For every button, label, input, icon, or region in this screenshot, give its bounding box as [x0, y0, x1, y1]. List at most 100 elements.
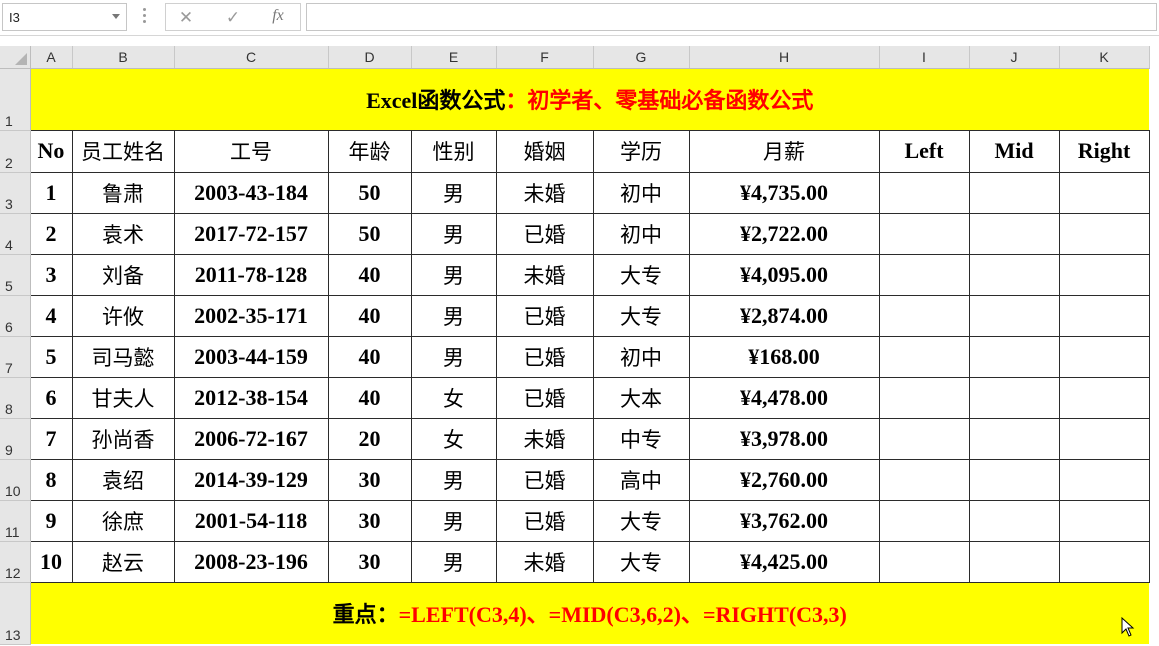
left-cell[interactable] [878, 294, 970, 337]
name-cell[interactable]: 赵云 [71, 540, 175, 583]
column-header[interactable]: K [1059, 46, 1150, 69]
header-cell[interactable]: 年龄 [327, 129, 412, 173]
row-header[interactable]: 1 [0, 68, 31, 131]
header-cell[interactable]: 月薪 [688, 129, 880, 173]
age-cell[interactable]: 30 [327, 540, 412, 583]
salary-cell[interactable]: ¥3,978.00 [688, 417, 880, 460]
row-header[interactable]: 3 [0, 172, 31, 214]
right-cell[interactable] [1058, 253, 1150, 296]
column-header[interactable]: E [411, 46, 497, 69]
cancel-icon[interactable]: ✕ [174, 8, 198, 28]
mid-cell[interactable] [968, 376, 1060, 419]
column-header[interactable]: I [879, 46, 970, 69]
marital-cell[interactable]: 未婚 [495, 417, 594, 460]
marital-cell[interactable]: 已婚 [495, 335, 594, 378]
row-header[interactable]: 4 [0, 213, 31, 255]
salary-cell[interactable]: ¥4,735.00 [688, 171, 880, 214]
right-cell[interactable] [1058, 212, 1150, 255]
mid-cell[interactable] [968, 458, 1060, 501]
age-cell[interactable]: 40 [327, 253, 412, 296]
id-cell[interactable]: 2012-38-154 [173, 376, 329, 419]
education-cell[interactable]: 高中 [592, 458, 690, 501]
mid-cell[interactable] [968, 294, 1060, 337]
education-cell[interactable]: 中专 [592, 417, 690, 460]
education-cell[interactable]: 大本 [592, 376, 690, 419]
left-cell[interactable] [878, 376, 970, 419]
column-header[interactable]: A [30, 46, 73, 69]
row-header[interactable]: 8 [0, 377, 31, 419]
no-cell[interactable]: 1 [29, 171, 73, 214]
name-cell[interactable]: 孙尚香 [71, 417, 175, 460]
marital-cell[interactable]: 未婚 [495, 540, 594, 583]
mid-cell[interactable] [968, 171, 1060, 214]
right-cell[interactable] [1058, 417, 1150, 460]
header-cell[interactable]: 学历 [592, 129, 690, 173]
header-cell[interactable]: 工号 [173, 129, 329, 173]
row-header[interactable]: 13 [0, 582, 31, 645]
salary-cell[interactable]: ¥2,874.00 [688, 294, 880, 337]
right-cell[interactable] [1058, 376, 1150, 419]
column-header[interactable]: B [72, 46, 175, 69]
id-cell[interactable]: 2008-23-196 [173, 540, 329, 583]
education-cell[interactable]: 初中 [592, 335, 690, 378]
select-all-button[interactable] [0, 46, 31, 69]
left-cell[interactable] [878, 499, 970, 542]
mid-cell[interactable] [968, 417, 1060, 460]
name-cell[interactable]: 袁术 [71, 212, 175, 255]
education-cell[interactable]: 初中 [592, 212, 690, 255]
row-header[interactable]: 12 [0, 541, 31, 583]
id-cell[interactable]: 2011-78-128 [173, 253, 329, 296]
no-cell[interactable]: 5 [29, 335, 73, 378]
no-cell[interactable]: 2 [29, 212, 73, 255]
salary-cell[interactable]: ¥3,762.00 [688, 499, 880, 542]
gender-cell[interactable]: 男 [410, 253, 497, 296]
marital-cell[interactable]: 已婚 [495, 458, 594, 501]
no-cell[interactable]: 3 [29, 253, 73, 296]
name-cell[interactable]: 刘备 [71, 253, 175, 296]
no-cell[interactable]: 7 [29, 417, 73, 460]
title-cell[interactable]: Excel函数公式：初学者、零基础必备函数公式 [30, 68, 1149, 130]
right-cell[interactable] [1058, 499, 1150, 542]
left-cell[interactable] [878, 458, 970, 501]
left-cell[interactable] [878, 417, 970, 460]
education-cell[interactable]: 大专 [592, 499, 690, 542]
header-cell[interactable]: 婚姻 [495, 129, 594, 173]
education-cell[interactable]: 大专 [592, 294, 690, 337]
marital-cell[interactable]: 已婚 [495, 376, 594, 419]
mid-cell[interactable] [968, 212, 1060, 255]
row-header[interactable]: 10 [0, 459, 31, 501]
salary-cell[interactable]: ¥168.00 [688, 335, 880, 378]
gender-cell[interactable]: 男 [410, 294, 497, 337]
chevron-down-icon[interactable] [112, 14, 120, 19]
left-cell[interactable] [878, 335, 970, 378]
left-cell[interactable] [878, 540, 970, 583]
header-cell[interactable]: Left [878, 129, 970, 173]
name-cell[interactable]: 司马懿 [71, 335, 175, 378]
id-cell[interactable]: 2002-35-171 [173, 294, 329, 337]
mid-cell[interactable] [968, 499, 1060, 542]
formula-input[interactable] [306, 3, 1157, 31]
age-cell[interactable]: 40 [327, 376, 412, 419]
age-cell[interactable]: 50 [327, 212, 412, 255]
name-cell[interactable]: 甘夫人 [71, 376, 175, 419]
gender-cell[interactable]: 男 [410, 458, 497, 501]
column-header[interactable]: H [689, 46, 880, 69]
salary-cell[interactable]: ¥2,760.00 [688, 458, 880, 501]
gender-cell[interactable]: 男 [410, 171, 497, 214]
gender-cell[interactable]: 男 [410, 335, 497, 378]
salary-cell[interactable]: ¥2,722.00 [688, 212, 880, 255]
name-cell[interactable]: 鲁肃 [71, 171, 175, 214]
right-cell[interactable] [1058, 335, 1150, 378]
no-cell[interactable]: 4 [29, 294, 73, 337]
left-cell[interactable] [878, 171, 970, 214]
salary-cell[interactable]: ¥4,095.00 [688, 253, 880, 296]
age-cell[interactable]: 50 [327, 171, 412, 214]
id-cell[interactable]: 2003-44-159 [173, 335, 329, 378]
education-cell[interactable]: 大专 [592, 253, 690, 296]
gender-cell[interactable]: 男 [410, 499, 497, 542]
header-cell[interactable]: 员工姓名 [71, 129, 175, 173]
mid-cell[interactable] [968, 335, 1060, 378]
age-cell[interactable]: 40 [327, 294, 412, 337]
age-cell[interactable]: 40 [327, 335, 412, 378]
gender-cell[interactable]: 男 [410, 212, 497, 255]
